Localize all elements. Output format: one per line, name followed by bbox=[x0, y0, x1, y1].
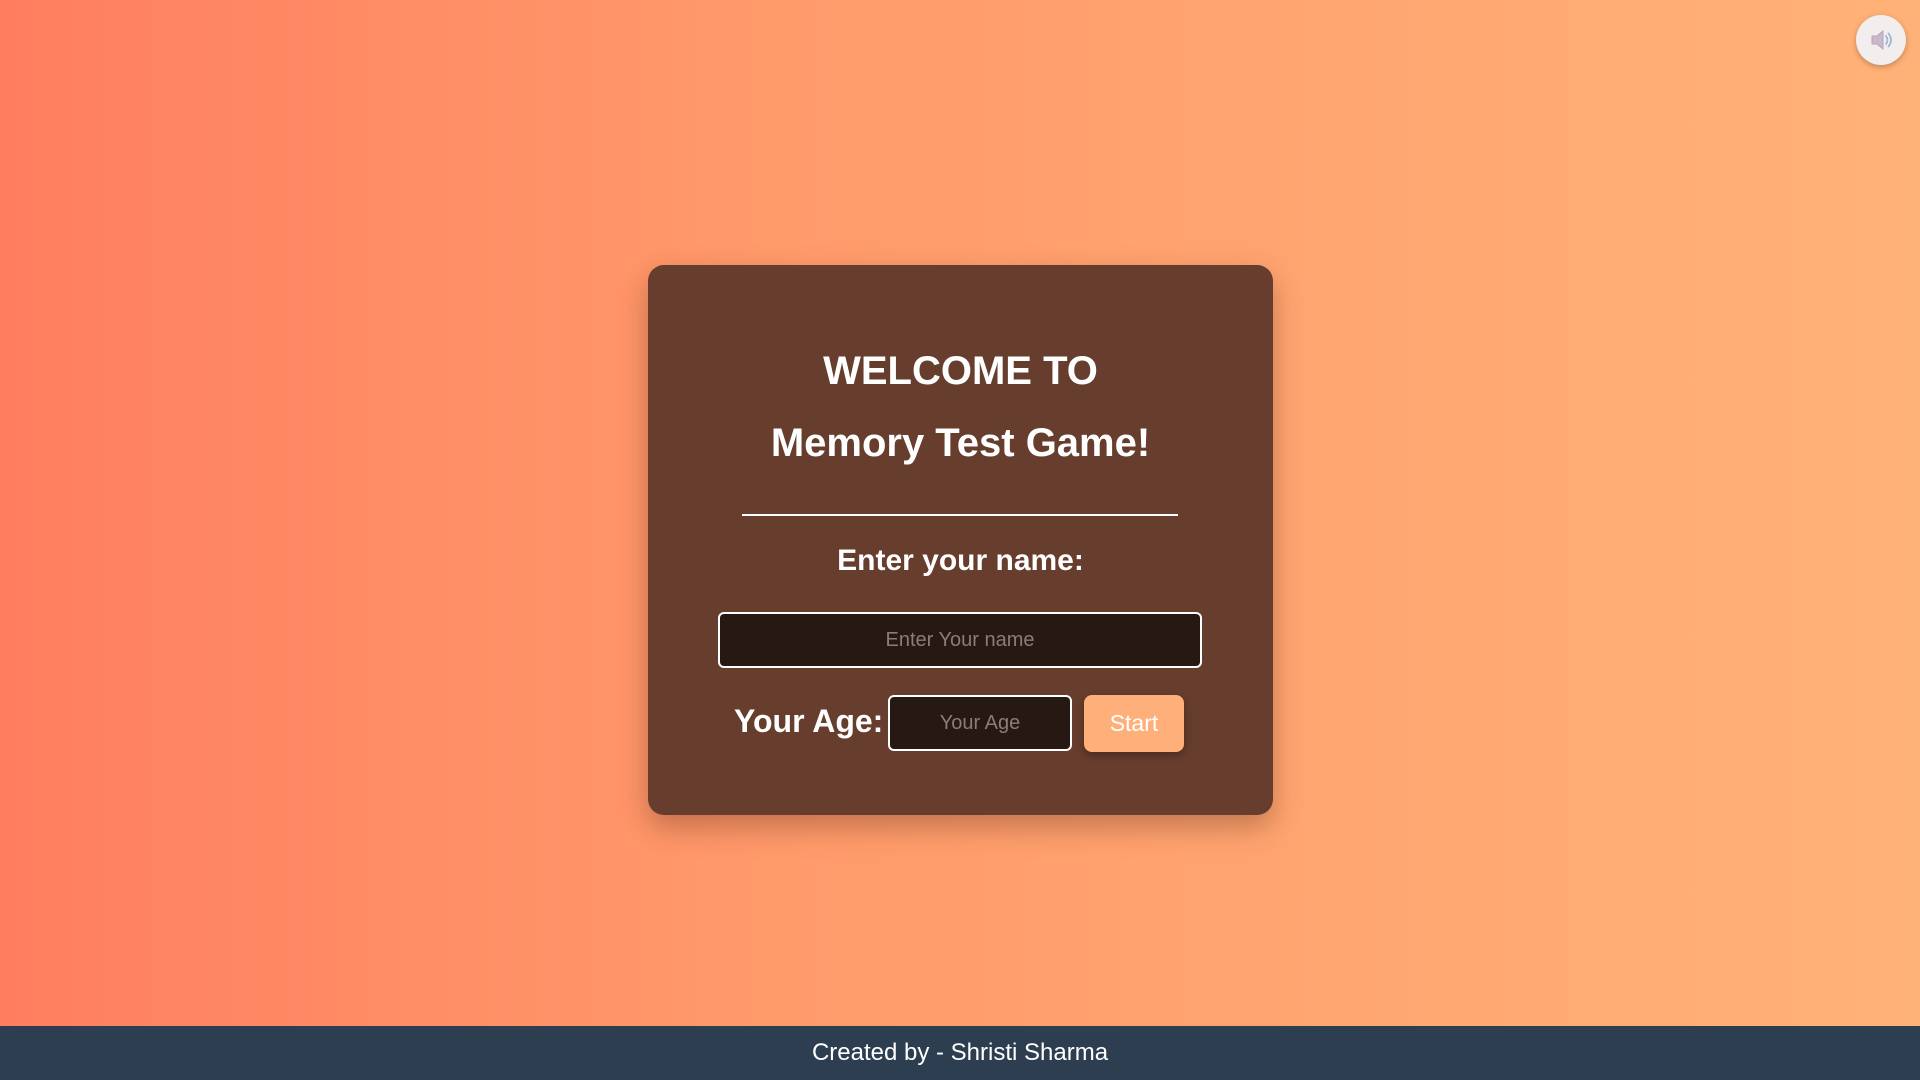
start-button[interactable]: Start bbox=[1084, 695, 1184, 752]
footer: Created by - Shristi Sharma bbox=[0, 1026, 1920, 1080]
age-input[interactable] bbox=[888, 695, 1072, 751]
name-input[interactable] bbox=[718, 612, 1202, 668]
sound-toggle-button[interactable] bbox=[1856, 15, 1906, 65]
footer-credit: Created by - Shristi Sharma bbox=[811, 1039, 1109, 1066]
divider bbox=[742, 514, 1178, 516]
name-label: Enter your name: bbox=[837, 544, 1084, 577]
age-label: Your Age: bbox=[734, 703, 884, 739]
title-welcome: WELCOME TO bbox=[823, 349, 1098, 393]
welcome-card: WELCOME TO Memory Test Game! Enter your … bbox=[648, 265, 1273, 815]
title-game-name: Memory Test Game! bbox=[770, 421, 1151, 465]
speaker-icon bbox=[1871, 29, 1892, 51]
